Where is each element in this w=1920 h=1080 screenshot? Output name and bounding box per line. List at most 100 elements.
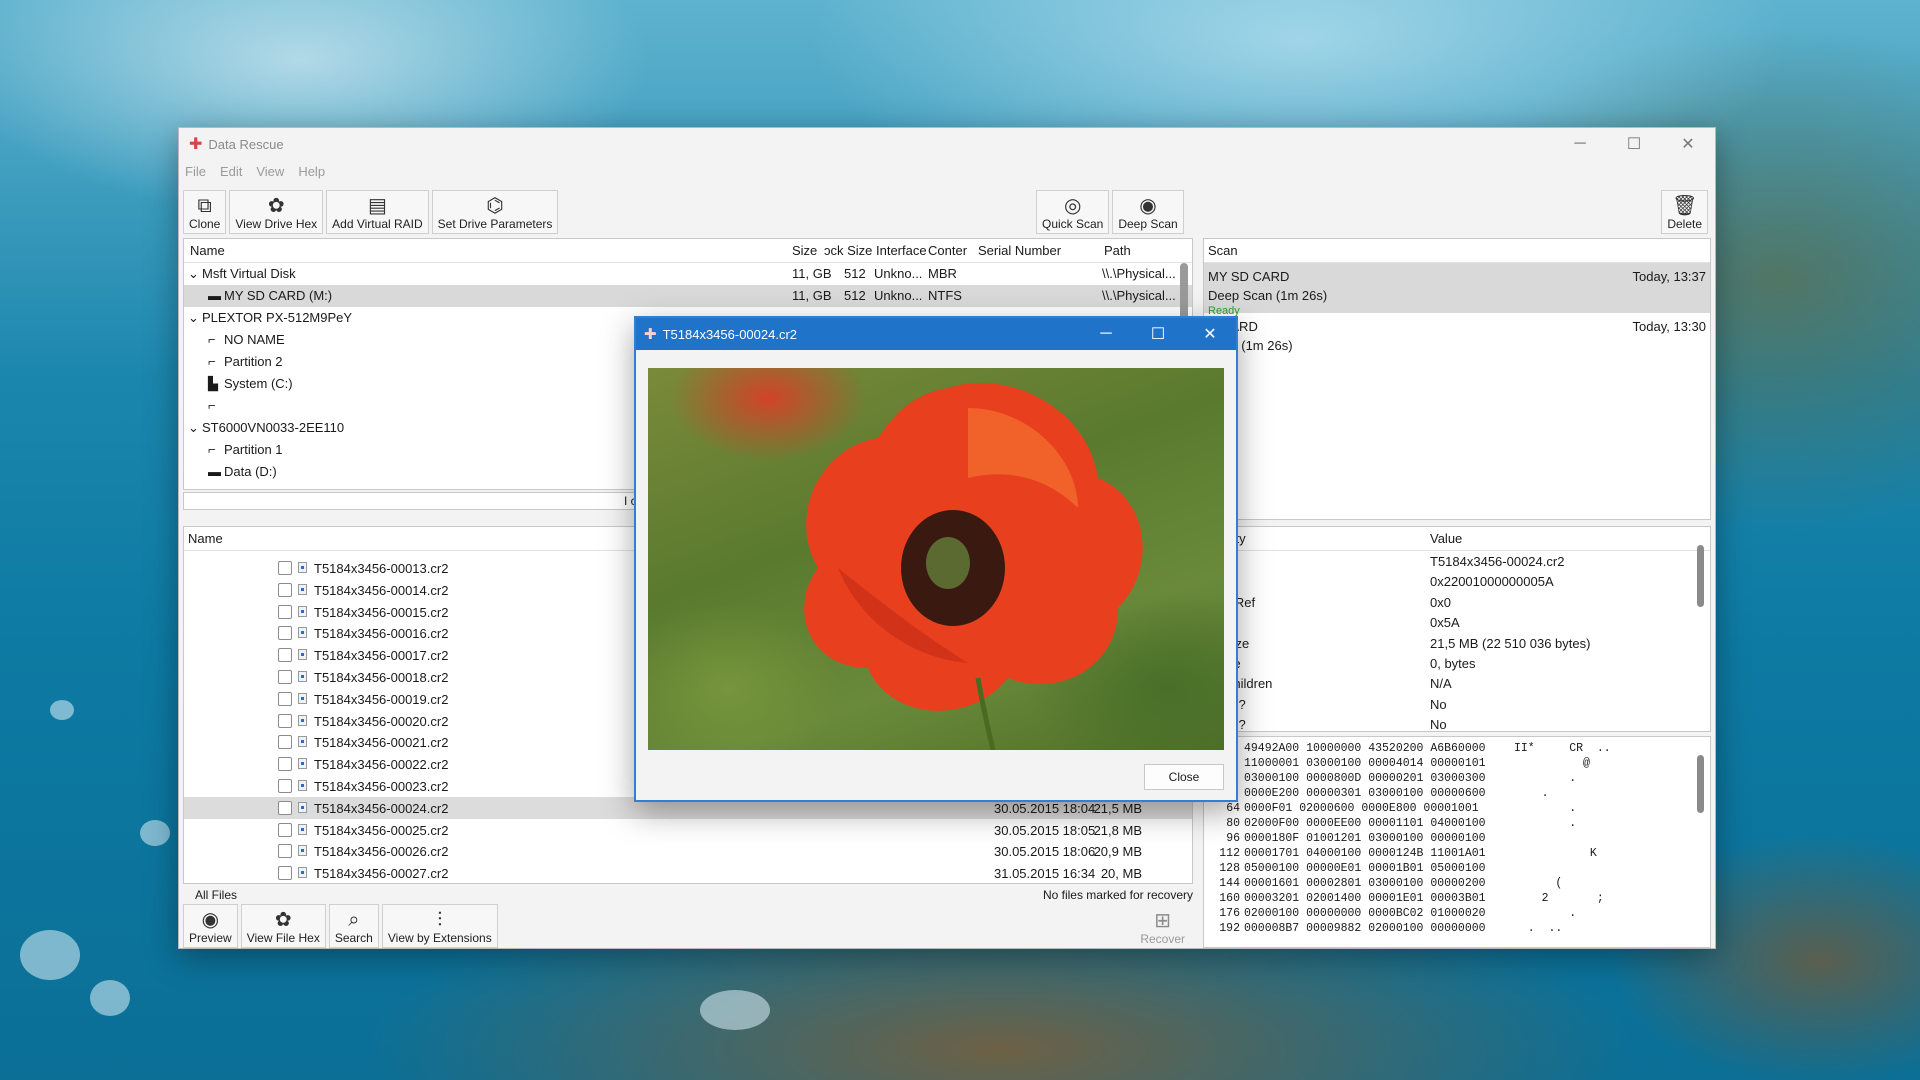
- hex-row: 192 000008B7 00009882 02000100 00000000 .…: [1204, 921, 1710, 936]
- dialog-maximize-button[interactable]: ☐: [1132, 318, 1184, 350]
- scan-item-selected[interactable]: MY SD CARD Today, 13:37 Deep Scan (1m 26…: [1204, 263, 1710, 317]
- col-path[interactable]: Path: [1104, 243, 1131, 258]
- file-checkbox[interactable]: [278, 866, 292, 881]
- file-name: T5184x3456-00018.cr2: [314, 669, 449, 685]
- file-row[interactable]: T5184x3456-00025.cr2 30.05.2015 18:05 21,8…: [184, 819, 1192, 841]
- raid-icon: ▤: [367, 195, 387, 217]
- file-checkbox[interactable]: [278, 561, 292, 575]
- search-icon: ⌕: [348, 909, 360, 931]
- drive-name: PLEXTOR PX-512M9PeY: [202, 310, 353, 325]
- drive-row[interactable]: ⌄ Msft Virtual Disk 11, GB 512 Unkno... …: [184, 263, 1192, 285]
- file-checkbox[interactable]: [278, 822, 292, 837]
- hex-offset: 96: [1226, 832, 1240, 845]
- hex-row: 176 02000100 00000000 0000BC02 01000020 .: [1204, 906, 1710, 921]
- file-checkbox[interactable]: [278, 800, 292, 815]
- minimize-button[interactable]: ─: [1553, 128, 1607, 160]
- horizontal-scrollbar[interactable]: I c: [183, 492, 653, 510]
- col-file-name[interactable]: Name: [188, 531, 223, 546]
- file-checkbox[interactable]: [278, 582, 292, 597]
- property-value: No: [1430, 717, 1447, 732]
- file-row[interactable]: T5184x3456-00027.cr2 31.05.2015 16:34 20, …: [184, 862, 1192, 883]
- view-drive-hex-button[interactable]: ✿ View Drive Hex: [229, 190, 324, 234]
- hex-viewer: 49492A00 10000000 43520200 A6B60000 II* C…: [1203, 736, 1711, 948]
- scan-item[interactable]: D CARD Today, 13:30 Scan (1m 26s) y: [1204, 313, 1710, 367]
- set-drive-parameters-label: Set Drive Parameters: [437, 217, 553, 231]
- menu-view[interactable]: View: [256, 164, 284, 179]
- hex-offset: 64: [1226, 802, 1240, 815]
- drive-interface: Unkno...: [874, 266, 923, 281]
- file-checkbox[interactable]: [278, 648, 292, 663]
- file-icon: [298, 779, 307, 791]
- col-interface[interactable]: Interface: [876, 243, 927, 258]
- close-button[interactable]: ✕: [1661, 128, 1715, 160]
- col-content[interactable]: Conter: [928, 243, 967, 258]
- properties-scrollbar[interactable]: [1697, 545, 1704, 607]
- hex-ascii: (: [1514, 877, 1563, 890]
- clone-button[interactable]: ⧉ Clone: [183, 190, 227, 234]
- file-icon: [298, 605, 307, 617]
- bubble: [20, 930, 80, 980]
- hex-ascii: . ..: [1514, 922, 1563, 935]
- view-file-hex-label: View File Hex: [246, 931, 320, 945]
- dialog-minimize-button[interactable]: ─: [1080, 318, 1132, 350]
- col-scan[interactable]: Scan: [1208, 243, 1238, 258]
- menu-help[interactable]: Help: [298, 164, 325, 179]
- file-checkbox[interactable]: [278, 626, 292, 641]
- hex-offset: 128: [1219, 862, 1240, 875]
- col-serial[interactable]: Serial Number: [978, 243, 1061, 258]
- file-checkbox[interactable]: [278, 844, 292, 859]
- file-checkbox[interactable]: [278, 735, 292, 750]
- file-row[interactable]: T5184x3456-00026.cr2 30.05.2015 18:06 20,9…: [184, 840, 1192, 862]
- dialog-window-controls: ─ ☐ ✕: [1080, 318, 1236, 350]
- file-checkbox[interactable]: [278, 604, 292, 619]
- file-icon: [298, 801, 307, 813]
- view-file-hex-button[interactable]: ✿ View File Hex: [240, 904, 326, 948]
- drive-list-scrollbar[interactable]: [1180, 263, 1188, 323]
- preview-button[interactable]: ◉ Preview: [183, 904, 238, 948]
- col-value[interactable]: Value: [1430, 531, 1462, 546]
- hex-scrollbar[interactable]: [1697, 755, 1704, 813]
- file-checkbox[interactable]: [278, 691, 292, 706]
- file-checkbox[interactable]: [278, 713, 292, 728]
- recover-button[interactable]: ⊞ Recover: [1135, 904, 1190, 948]
- menu-file[interactable]: File: [185, 164, 206, 179]
- deep-scan-button[interactable]: ◉ Deep Scan: [1112, 190, 1184, 234]
- col-name[interactable]: Name: [190, 243, 225, 258]
- file-checkbox[interactable]: [278, 757, 292, 772]
- file-checkbox[interactable]: [278, 669, 292, 684]
- hex-row: 112 00001701 04000100 0000124B 11001A01 K: [1204, 846, 1710, 861]
- system-drive-icon: ▙: [208, 376, 218, 391]
- quick-scan-button[interactable]: ◎ Quick Scan: [1035, 190, 1110, 234]
- delete-button[interactable]: 🗑 Delete: [1661, 190, 1709, 234]
- file-checkbox[interactable]: [278, 778, 292, 793]
- col-size[interactable]: Size: [792, 243, 817, 258]
- maximize-button[interactable]: ☐: [1607, 128, 1661, 160]
- filter-label[interactable]: All Files: [195, 888, 237, 902]
- view-by-extensions-button[interactable]: ⫶ View by Extensions: [381, 904, 498, 948]
- dialog-close-button[interactable]: Close: [1144, 764, 1224, 790]
- partition-icon: ⌐: [208, 442, 216, 457]
- file-size: 20, MB: [1100, 866, 1142, 882]
- menu-edit[interactable]: Edit: [220, 164, 242, 179]
- dialog-close-x-button[interactable]: ✕: [1184, 318, 1236, 350]
- bubble: [140, 820, 170, 846]
- expand-icon[interactable]: ⌄: [188, 420, 199, 436]
- poppy-seed-pod: [926, 537, 970, 589]
- partition-icon: ⌐: [208, 354, 216, 369]
- set-drive-parameters-button[interactable]: ⌬ Set Drive Parameters: [431, 190, 559, 234]
- hex-bytes: 05000100 00000E01 00001B01 05000100: [1244, 862, 1486, 875]
- file-icon: [298, 583, 307, 595]
- expand-icon[interactable]: ⌄: [188, 266, 199, 282]
- hex-bytes: 0000E200 00000301 03000100 00000600: [1244, 787, 1486, 800]
- add-virtual-raid-button[interactable]: ▤ Add Virtual RAID: [326, 190, 429, 234]
- hex-bytes: 02000100 00000000 0000BC02 01000020: [1244, 907, 1486, 920]
- drive-content: NTFS: [928, 288, 962, 303]
- expand-icon[interactable]: ⌄: [188, 310, 199, 326]
- file-status-line: All Files No files marked for recovery: [183, 886, 1193, 904]
- hex-ascii: K: [1514, 847, 1597, 860]
- drive-row-selected[interactable]: ▬ MY SD CARD (M:) 11, GB 512 Unkno... NT…: [184, 285, 1192, 307]
- search-button[interactable]: ⌕ Search: [328, 904, 379, 948]
- file-icon: [298, 867, 307, 879]
- col-block-size[interactable]: ɔck Size: [824, 243, 872, 258]
- bubble: [700, 990, 770, 1030]
